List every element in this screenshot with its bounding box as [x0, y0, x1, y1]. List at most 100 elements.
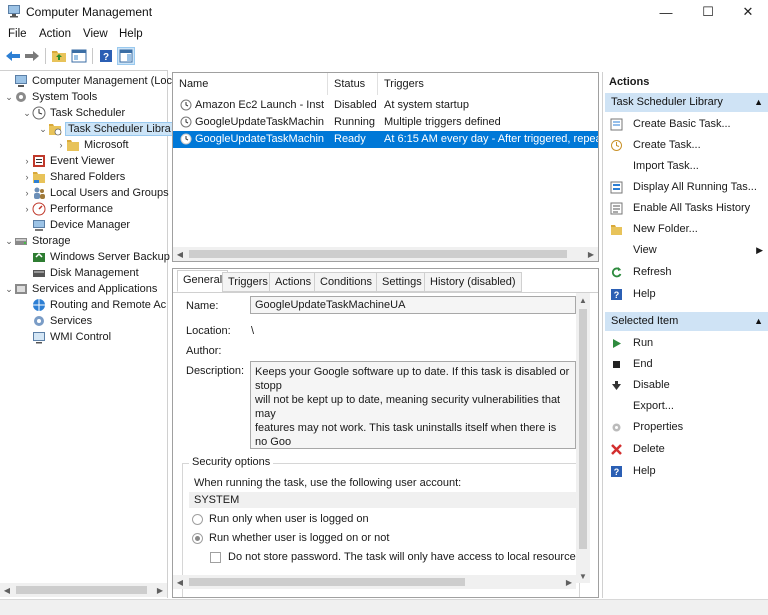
column-header-name[interactable]: Name — [173, 73, 328, 95]
action-export[interactable]: Export... — [607, 397, 674, 415]
action-create-basic-task[interactable]: Create Basic Task... — [607, 115, 731, 133]
chevron-right-icon[interactable]: › — [22, 204, 32, 214]
minimize-button[interactable]: — — [646, 0, 686, 24]
task-row[interactable]: Amazon Ec2 Launch - Inst... Disabled At … — [173, 97, 598, 114]
chevron-down-icon[interactable]: ⌄ — [22, 108, 32, 119]
properties-vertical-scrollbar[interactable]: ▲ ▼ — [576, 293, 590, 583]
tree-item-wmi-control[interactable]: WMI Control — [22, 329, 111, 345]
tasklist-horizontal-scrollbar[interactable]: ◀ ▶ — [173, 247, 598, 261]
up-folder-button[interactable] — [50, 47, 68, 65]
tree-item-microsoft[interactable]: › Microsoft — [56, 137, 129, 153]
menu-file[interactable]: File — [8, 28, 27, 40]
tab-triggers[interactable]: Triggers — [222, 272, 274, 292]
tab-history[interactable]: History (disabled) — [424, 272, 522, 292]
tab-settings[interactable]: Settings — [376, 272, 428, 292]
action-display-running-tasks[interactable]: Display All Running Tas... — [607, 178, 757, 196]
maximize-button[interactable]: ☐ — [688, 0, 728, 24]
tree-item-disk-management[interactable]: Disk Management — [22, 265, 139, 281]
scroll-left-icon[interactable]: ◀ — [0, 583, 14, 597]
back-button[interactable] — [4, 47, 22, 65]
device-manager-icon — [33, 220, 45, 231]
action-enable-all-tasks-history[interactable]: Enable All Tasks History — [607, 199, 750, 217]
scroll-down-icon[interactable]: ▼ — [576, 569, 590, 583]
show-hide-tree-button[interactable] — [70, 47, 88, 65]
chevron-right-icon[interactable]: › — [56, 140, 66, 150]
tree-item-task-scheduler[interactable]: ⌄ Task Scheduler — [22, 105, 125, 121]
location-value: \ — [251, 325, 255, 337]
tab-general[interactable]: General — [177, 270, 229, 292]
scroll-thumb[interactable] — [16, 586, 147, 594]
tree-item-routing[interactable]: Routing and Remote Ac — [22, 297, 166, 313]
tab-actions[interactable]: Actions — [269, 272, 318, 292]
tab-conditions[interactable]: Conditions — [314, 272, 378, 292]
close-button[interactable]: ✕ — [728, 0, 768, 24]
collapse-arrow-icon[interactable]: ▲ — [754, 93, 763, 112]
action-label: Create Basic Task... — [633, 118, 731, 130]
tree-item-device-manager[interactable]: Device Manager — [22, 217, 130, 233]
tree-label: Windows Server Backup — [50, 251, 170, 263]
menu-help[interactable]: Help — [119, 28, 143, 40]
scroll-thumb[interactable] — [579, 309, 587, 549]
tree-horizontal-scrollbar[interactable]: ◀ ▶ — [0, 583, 167, 597]
show-hide-action-pane-button[interactable] — [117, 47, 135, 65]
forward-button[interactable] — [23, 47, 41, 65]
scroll-right-icon[interactable]: ▶ — [584, 247, 598, 261]
tree-item-services[interactable]: Services — [22, 313, 92, 329]
column-header-status[interactable]: Status — [328, 73, 378, 95]
chevron-down-icon[interactable]: ⌄ — [4, 284, 14, 295]
action-help[interactable]: ? Help — [607, 285, 656, 303]
action-new-folder[interactable]: New Folder... — [607, 220, 698, 238]
chevron-right-icon[interactable]: › — [22, 172, 32, 182]
action-label: New Folder... — [633, 223, 698, 235]
action-end[interactable]: End — [607, 355, 653, 373]
scroll-right-icon[interactable]: ▶ — [562, 575, 576, 589]
collapse-arrow-icon[interactable]: ▲ — [754, 312, 763, 331]
scroll-right-icon[interactable]: ▶ — [153, 583, 167, 597]
description-field[interactable]: Keeps your Google software up to date. I… — [250, 361, 576, 449]
chevron-down-icon[interactable]: ⌄ — [4, 236, 14, 247]
run-icon — [609, 336, 623, 350]
scroll-thumb[interactable] — [189, 578, 465, 586]
action-run[interactable]: Run — [607, 334, 653, 352]
column-header-triggers[interactable]: Triggers — [378, 73, 598, 95]
action-delete[interactable]: Delete — [607, 440, 665, 458]
chevron-right-icon[interactable]: › — [22, 188, 32, 198]
action-refresh[interactable]: Refresh — [607, 263, 672, 281]
tree-item-computer-management[interactable]: Computer Management (Local — [4, 73, 181, 89]
chevron-right-icon[interactable]: › — [22, 156, 32, 166]
name-field[interactable]: GoogleUpdateTaskMachineUA — [250, 296, 576, 314]
action-properties[interactable]: Properties — [607, 418, 683, 436]
run-only-logged-on-radio[interactable] — [192, 514, 203, 525]
menu-action[interactable]: Action — [39, 28, 71, 40]
actions-section-selected-item[interactable]: Selected Item ▲ — [605, 312, 768, 331]
scroll-up-icon[interactable]: ▲ — [576, 293, 590, 307]
tree-item-services-applications[interactable]: ⌄ Services and Applications — [4, 281, 157, 297]
tree-item-windows-server-backup[interactable]: Windows Server Backup — [22, 249, 170, 265]
tree-item-system-tools[interactable]: ⌄ System Tools — [4, 89, 97, 105]
tree-item-storage[interactable]: ⌄ Storage — [4, 233, 70, 249]
action-import-task[interactable]: Import Task... — [607, 157, 699, 175]
task-row[interactable]: GoogleUpdateTaskMachin... Running Multip… — [173, 114, 598, 131]
action-disable[interactable]: Disable — [607, 376, 670, 394]
action-help-selected[interactable]: ? Help — [607, 462, 656, 480]
help-toolbar-button[interactable]: ? — [97, 47, 115, 65]
chevron-down-icon[interactable]: ⌄ — [38, 124, 48, 135]
scroll-thumb[interactable] — [189, 250, 567, 258]
actions-section-task-scheduler-library[interactable]: Task Scheduler Library ▲ — [605, 93, 768, 112]
tree-item-task-scheduler-library[interactable]: ⌄ Task Scheduler Libra — [38, 121, 174, 137]
run-whether-logged-on-radio[interactable] — [192, 533, 203, 544]
tree-item-shared-folders[interactable]: › Shared Folders — [22, 169, 125, 185]
chevron-down-icon[interactable]: ⌄ — [4, 92, 14, 103]
task-clock-icon — [180, 99, 192, 111]
menu-view[interactable]: View — [83, 28, 108, 40]
scroll-left-icon[interactable]: ◀ — [173, 575, 187, 589]
do-not-store-password-checkbox[interactable] — [210, 552, 221, 563]
scroll-left-icon[interactable]: ◀ — [173, 247, 187, 261]
task-row-selected[interactable]: GoogleUpdateTaskMachin... Ready At 6:15 … — [173, 131, 598, 148]
tree-item-local-users-groups[interactable]: › Local Users and Groups — [22, 185, 169, 201]
properties-horizontal-scrollbar[interactable]: ◀ ▶ — [173, 575, 576, 589]
action-create-task[interactable]: Create Task... — [607, 136, 701, 154]
tree-item-event-viewer[interactable]: › Event Viewer — [22, 153, 115, 169]
tree-item-performance[interactable]: › Performance — [22, 201, 113, 217]
action-view[interactable]: View ▶ — [607, 241, 765, 259]
